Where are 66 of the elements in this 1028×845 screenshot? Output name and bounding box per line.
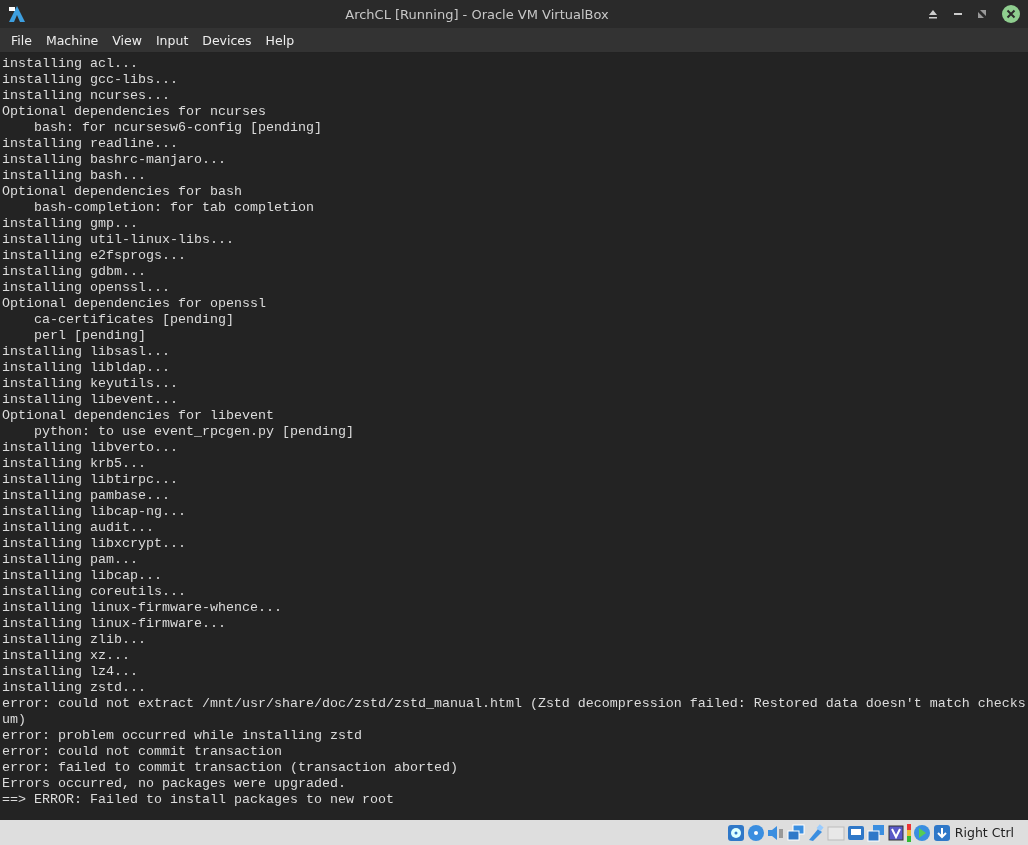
terminal-line: installing gdbm... [2,264,147,280]
terminal-line: perl [pending] [33,328,147,344]
terminal-line: installing xz... [2,648,131,664]
terminal-line: error: could not extract /mnt/usr/share/doc/zstd/zstd_manual.html (Zstd decompression failed: Restored data doesn't match checks [2,696,1027,712]
terminal-line: installing e2fsprogs... [2,248,187,264]
minimize-icon[interactable] [954,12,962,16]
terminal-line: installing audit... [2,520,155,536]
terminal-line: python: to use event_rpcgen.py [pending] [33,424,355,440]
terminal-line: installing keyutils... [2,376,179,392]
terminal-line: installing linux-firmware... [2,616,227,632]
menu-item[interactable]: Machine [38,32,106,48]
speaker-icon[interactable] [766,823,785,842]
terminal-line: installing libevent... [2,392,179,408]
eject-icon[interactable] [928,9,938,19]
terminal-line: um) [2,712,27,728]
terminal-line: Optional dependencies for openssl [2,296,267,312]
terminal-line: installing bash... [2,168,147,184]
terminal-line: error: failed to commit transaction (transaction aborted) [2,760,459,776]
menu-item[interactable]: Help [258,32,302,48]
terminal-line: installing linux-firmware-whence... [2,600,283,616]
terminal-line: installing zstd... [2,680,147,696]
display-icon[interactable] [846,823,865,842]
terminal-line: installing gmp... [2,216,139,232]
terminal-line: installing libsasl... [2,344,171,360]
restore-icon[interactable] [978,10,986,18]
terminal-line: installing bashrc-manjaro... [2,152,227,168]
activity-meter-icon [906,823,911,842]
menu-item[interactable]: File [4,32,39,48]
terminal-line: Optional dependencies for ncurses [2,104,267,120]
terminal-line: installing libverto... [2,440,179,456]
terminal-line: installing coreutils... [2,584,187,600]
terminal-line: error: could not commit transaction [2,744,283,760]
terminal-line: Errors occurred, no packages were upgraded. [2,776,347,792]
terminal-line: installing libcap-ng... [2,504,187,520]
close-icon[interactable] [1002,5,1020,23]
terminal-line: Optional dependencies for bash [2,184,243,200]
terminal-line: installing libldap... [2,360,171,376]
terminal-line: error: problem occurred while installing zstd [2,728,363,744]
host-key-label: Right Ctrl [954,825,1014,840]
terminal-line: installing krb5... [2,456,147,472]
terminal-line: installing libcap... [2,568,163,584]
terminal-line: installing libtirpc... [2,472,179,488]
terminal-line: ==> ERROR: Failed to install packages to new root [2,792,395,808]
terminal-line: installing pambase... [2,488,171,504]
terminal-line: bash-completion: for tab completion [33,200,315,216]
terminal-line: installing openssl... [2,280,171,296]
terminal-line: installing libxcrypt... [2,536,187,552]
optical-disc-icon[interactable] [746,823,765,842]
terminal-line: installing ncurses... [2,88,171,104]
terminal-line: installing readline... [2,136,179,152]
terminal-line: installing gcc-libs... [2,72,179,88]
terminal-line: installing lz4... [2,664,139,680]
terminal-line: installing acl... [2,56,139,72]
app-logo-icon [8,5,26,23]
terminal-line: installing pam... [2,552,139,568]
usb-icon[interactable] [806,823,825,842]
menu-item[interactable]: Devices [195,32,259,48]
terminal-line: ca-certificates [pending] [33,312,235,328]
window-title: ArchCL [Running] - Oracle VM VirtualBox [344,6,610,22]
menu-item[interactable]: View [105,32,149,48]
network-icon[interactable] [786,823,805,842]
terminal-line: installing zlib... [2,632,147,648]
terminal-line: Optional dependencies for libevent [2,408,275,424]
terminal-line: installing util-linux-libs... [2,232,235,248]
terminal-line: bash: for ncursesw6-config [pending] [33,120,323,136]
menu-item[interactable]: Input [148,32,196,48]
